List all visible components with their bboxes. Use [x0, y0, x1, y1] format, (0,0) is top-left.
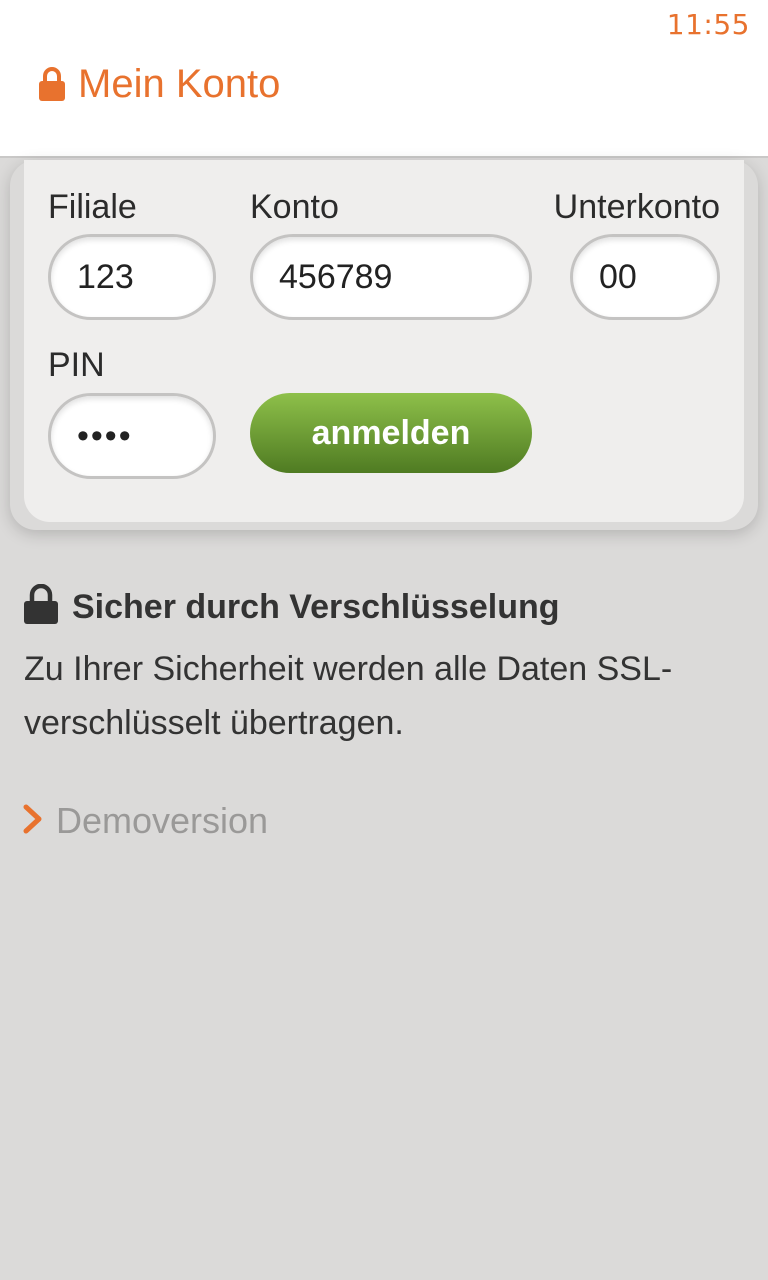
security-title: Sicher durch Verschlüsselung — [72, 588, 560, 626]
security-text: Zu Ihrer Sicherheit werden alle Daten SS… — [24, 650, 673, 742]
subaccount-input[interactable]: 00 — [570, 234, 720, 320]
status-bar: 11:55 — [0, 0, 768, 48]
account-label: Konto — [250, 188, 339, 226]
lock-icon — [39, 67, 65, 101]
account-value: 456789 — [279, 257, 393, 296]
login-button[interactable]: anmelden — [250, 393, 532, 473]
branch-input[interactable]: 123 — [48, 234, 216, 320]
clock: 11:55 — [666, 8, 750, 41]
lock-icon — [24, 584, 58, 624]
page-title: Mein Konto — [78, 62, 281, 106]
subaccount-value: 00 — [599, 257, 637, 296]
login-panel: Filiale Konto Unterkonto 123 456789 00 P… — [24, 160, 744, 522]
pin-value: •••• — [77, 416, 133, 455]
branch-label: Filiale — [48, 188, 137, 226]
account-input[interactable]: 456789 — [250, 234, 532, 320]
pin-input[interactable]: •••• — [48, 393, 216, 479]
app-header: Mein Konto — [0, 48, 768, 158]
demo-link[interactable]: Demoversion — [56, 800, 268, 842]
pin-label: PIN — [48, 346, 105, 384]
chevron-right-icon[interactable] — [22, 804, 44, 834]
branch-value: 123 — [77, 257, 134, 296]
subaccount-label: Unterkonto — [553, 188, 720, 226]
